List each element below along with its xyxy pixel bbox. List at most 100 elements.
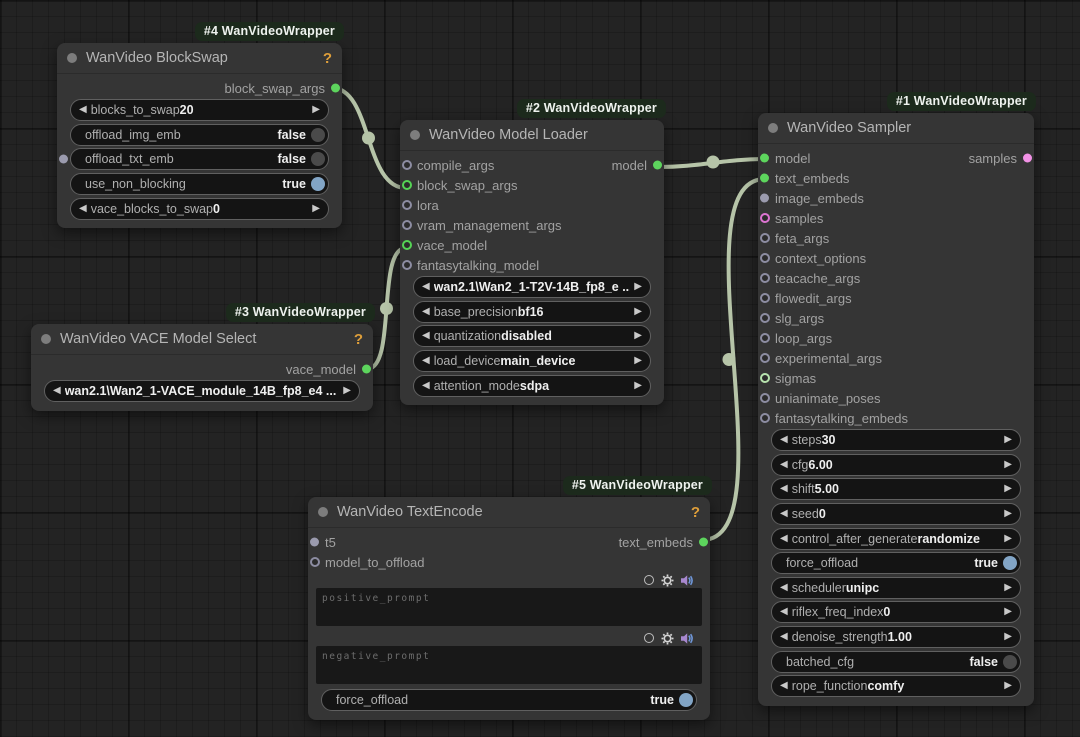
text_embeds-output-port[interactable]: [699, 537, 708, 547]
positive-prompt-textarea[interactable]: positive_prompt: [316, 588, 702, 626]
increment-arrow-icon[interactable]: ▶: [1000, 509, 1020, 519]
decrement-arrow-icon[interactable]: ◀: [71, 203, 91, 214]
increment-arrow-icon[interactable]: ▶: [339, 386, 359, 396]
block_swap_args-input-port[interactable]: [402, 180, 412, 190]
image_embeds-input-port[interactable]: [760, 193, 769, 203]
load_device-widget[interactable]: ◀ load_device main_device ▶: [413, 350, 651, 373]
node-titlebar[interactable]: WanVideo TextEncode?: [308, 497, 710, 528]
node-titlebar[interactable]: WanVideo BlockSwap?: [57, 43, 342, 74]
control_after_generate-widget[interactable]: ◀ control_after_generate randomize ▶: [771, 527, 1021, 550]
increment-arrow-icon[interactable]: ▶: [308, 105, 328, 115]
decrement-arrow-icon[interactable]: ◀: [71, 105, 91, 115]
model-select-widget[interactable]: ◀ wan2.1\Wan2_1-T2V-14B_fp8_e ... ▶: [413, 276, 651, 299]
offload_txt_emb-input-port[interactable]: [59, 154, 68, 164]
text_embeds-input-port[interactable]: [760, 173, 769, 183]
decrement-arrow-icon[interactable]: ◀: [414, 356, 434, 366]
flowedit_args-input-port[interactable]: [760, 293, 770, 303]
context_options-input-port[interactable]: [760, 253, 770, 263]
increment-arrow-icon[interactable]: ▶: [630, 380, 650, 391]
increment-arrow-icon[interactable]: ▶: [630, 306, 650, 317]
speaker-icon[interactable]: [681, 632, 694, 644]
samples-output-port[interactable]: [1023, 153, 1032, 163]
feta_args-input-port[interactable]: [760, 233, 770, 243]
toggle-dot[interactable]: [1003, 556, 1017, 571]
decrement-arrow-icon[interactable]: ◀: [772, 509, 792, 519]
increment-arrow-icon[interactable]: ▶: [1000, 435, 1020, 445]
attention_mode-widget[interactable]: ◀ attention_mode sdpa ▶: [413, 374, 651, 397]
speaker-icon[interactable]: [681, 574, 694, 586]
lora-input-port[interactable]: [402, 200, 412, 210]
increment-arrow-icon[interactable]: ▶: [1000, 484, 1020, 494]
model-output-port[interactable]: [653, 160, 662, 170]
vace_model-input-port[interactable]: [402, 240, 412, 250]
decrement-arrow-icon[interactable]: ◀: [772, 632, 792, 642]
decrement-arrow-icon[interactable]: ◀: [414, 282, 434, 292]
decrement-arrow-icon[interactable]: ◀: [772, 533, 792, 544]
vram_management_args-input-port[interactable]: [402, 220, 412, 230]
quantization-widget[interactable]: ◀ quantization disabled ▶: [413, 325, 651, 348]
increment-arrow-icon[interactable]: ▶: [308, 203, 328, 214]
circle-icon[interactable]: [644, 633, 654, 643]
decrement-arrow-icon[interactable]: ◀: [772, 459, 792, 470]
unianimate_poses-input-port[interactable]: [760, 393, 770, 403]
model_to_offload-input-port[interactable]: [310, 557, 320, 567]
collapse-dot-icon[interactable]: [768, 123, 778, 133]
slg_args-input-port[interactable]: [760, 313, 770, 323]
help-icon[interactable]: ?: [323, 50, 332, 67]
increment-arrow-icon[interactable]: ▶: [1000, 607, 1020, 617]
blocks_to_swap-widget[interactable]: ◀ blocks_to_swap 20 ▶: [70, 99, 329, 122]
node-titlebar[interactable]: WanVideo VACE Model Select?: [31, 324, 373, 355]
toggle-dot[interactable]: [679, 693, 693, 708]
scheduler-widget[interactable]: ◀ scheduler unipc ▶: [771, 576, 1021, 599]
offload_img_emb-widget[interactable]: offload_img_emb false: [70, 123, 329, 146]
decrement-arrow-icon[interactable]: ◀: [772, 435, 792, 445]
batched_cfg-widget[interactable]: batched_cfg false: [771, 650, 1021, 673]
decrement-arrow-icon[interactable]: ◀: [772, 484, 792, 494]
help-icon[interactable]: ?: [691, 504, 700, 521]
collapse-dot-icon[interactable]: [41, 334, 51, 344]
block_swap_args-output-port[interactable]: [331, 83, 340, 93]
increment-arrow-icon[interactable]: ▶: [1000, 533, 1020, 544]
increment-arrow-icon[interactable]: ▶: [630, 331, 650, 341]
samples-input-port[interactable]: [760, 213, 770, 223]
toggle-dot[interactable]: [311, 177, 325, 192]
wire-midpoint-dot[interactable]: [380, 302, 393, 315]
decrement-arrow-icon[interactable]: ◀: [772, 681, 792, 691]
seed-widget[interactable]: ◀ seed 0 ▶: [771, 503, 1021, 526]
sigmas-input-port[interactable]: [760, 373, 770, 383]
rope_function-widget[interactable]: ◀ rope_function comfy ▶: [771, 675, 1021, 698]
loop_args-input-port[interactable]: [760, 333, 770, 343]
wire-midpoint-dot[interactable]: [722, 353, 736, 366]
increment-arrow-icon[interactable]: ▶: [1000, 632, 1020, 642]
decrement-arrow-icon[interactable]: ◀: [45, 386, 65, 396]
node-graph-canvas[interactable]: #4 WanVideoWrapper WanVideo BlockSwap? blo…: [0, 0, 1080, 737]
increment-arrow-icon[interactable]: ▶: [630, 282, 650, 292]
compile_args-input-port[interactable]: [402, 160, 412, 170]
toggle-dot[interactable]: [311, 127, 325, 142]
vace_blocks_to_swap-widget[interactable]: ◀ vace_blocks_to_swap 0 ▶: [70, 197, 329, 220]
decrement-arrow-icon[interactable]: ◀: [414, 380, 434, 391]
teacache_args-input-port[interactable]: [760, 273, 770, 283]
gear-icon[interactable]: [661, 574, 674, 587]
wire-midpoint-dot[interactable]: [362, 131, 375, 145]
model-select-widget[interactable]: ◀ wan2.1\Wan2_1-VACE_module_14B_fp8_e4 ..…: [44, 380, 360, 403]
circle-icon[interactable]: [644, 575, 654, 585]
gear-icon[interactable]: [661, 632, 674, 645]
riflex_freq_index-widget[interactable]: ◀ riflex_freq_index 0 ▶: [771, 601, 1021, 624]
increment-arrow-icon[interactable]: ▶: [1000, 681, 1020, 691]
steps-widget[interactable]: ◀ steps 30 ▶: [771, 429, 1021, 452]
wire-midpoint-dot[interactable]: [706, 155, 720, 169]
offload_txt_emb-widget[interactable]: offload_txt_emb false: [70, 148, 329, 171]
vace_model-output-port[interactable]: [362, 364, 371, 374]
toggle-dot[interactable]: [1003, 654, 1017, 669]
decrement-arrow-icon[interactable]: ◀: [772, 607, 792, 617]
node-titlebar[interactable]: WanVideo Model Loader: [400, 120, 664, 151]
fantasytalking_embeds-input-port[interactable]: [760, 413, 770, 423]
use_non_blocking-widget[interactable]: use_non_blocking true: [70, 173, 329, 196]
force_offload-widget[interactable]: force_offload true: [321, 689, 697, 712]
toggle-dot[interactable]: [311, 152, 325, 167]
node-titlebar[interactable]: WanVideo Sampler: [758, 113, 1034, 144]
help-icon[interactable]: ?: [354, 331, 363, 348]
decrement-arrow-icon[interactable]: ◀: [772, 582, 792, 593]
decrement-arrow-icon[interactable]: ◀: [414, 306, 434, 317]
